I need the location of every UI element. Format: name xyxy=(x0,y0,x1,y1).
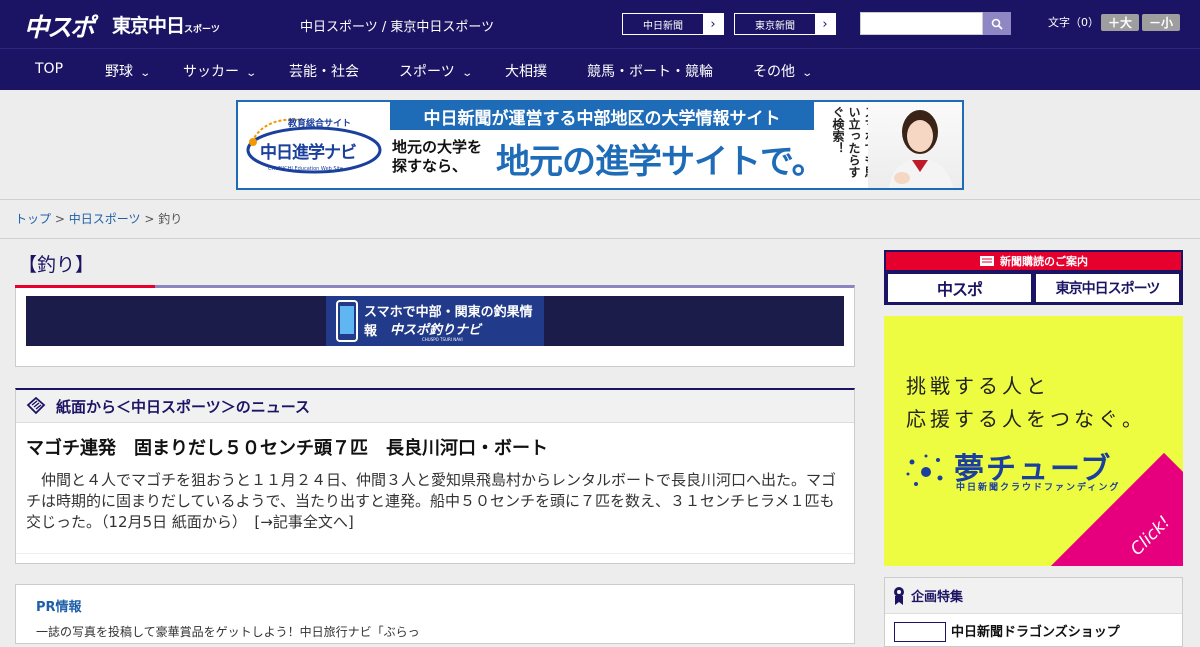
banner-logo-text: 中日進学ナビ xyxy=(260,143,357,163)
chunichi-shimbun-button[interactable]: 中日新聞 › xyxy=(622,13,724,35)
font-larger-button[interactable]: ＋大 xyxy=(1101,14,1139,31)
chevron-down-icon: ⌄ xyxy=(245,68,258,79)
special-features-title: 企画特集 xyxy=(911,590,964,605)
nav-label: 大相撲 xyxy=(505,64,547,80)
nav-item-top[interactable]: TOP xyxy=(35,61,63,77)
newspaper-icon xyxy=(980,256,994,266)
chevron-right-icon: › xyxy=(815,14,835,34)
special-features-box: 企画特集 中日新聞ドラゴンズショップ xyxy=(884,577,1183,647)
breadcrumb-current: 釣り xyxy=(158,212,183,226)
nav-label: その他 xyxy=(753,64,795,80)
pr-box: PR情報 一誌の写真を投稿して豪華賞品をゲットしよう！中日旅行ナビ「ぶらっ xyxy=(15,584,855,644)
accent-bar xyxy=(15,285,155,288)
top-ad-area: 教育総合サイト 中日進学ナビ CHUNICHI Education Web Si… xyxy=(0,90,1200,200)
search-box xyxy=(860,12,1011,35)
news-body: 仲間と４人でマゴチを狙おうと１１月２４日、仲間３人と愛知県飛島村からレンタルボー… xyxy=(26,471,837,531)
smartphone-icon xyxy=(336,300,358,342)
fishing-banner-line2: 中スポ釣りナビ xyxy=(390,323,482,338)
site-title: 中日スポーツ / 東京中日スポーツ xyxy=(300,20,495,35)
chevron-down-icon: ⌄ xyxy=(801,68,814,79)
font-size-label: 文字（0） xyxy=(1048,16,1099,29)
banner-sub-text: 地元の大学を 探すなら、 xyxy=(392,138,482,176)
yume-line1: 挑戦する人と xyxy=(906,374,1050,398)
banner-logo-sub: CHUNICHI Education Web Site xyxy=(268,166,344,172)
banner-sub-line1: 地元の大学を xyxy=(392,138,483,156)
newspaper-icon xyxy=(26,397,46,415)
nav-item-baseball[interactable]: 野球 ⌄ xyxy=(105,61,152,81)
tokyo-shimbun-label: 東京新聞 xyxy=(755,20,795,32)
news-box-header: 紙面から＜中日スポーツ＞のニュース xyxy=(16,390,854,423)
news-headline[interactable]: マゴチ連発 固まりだし５０センチ頭７匹 長良川河口・ボート xyxy=(26,434,548,460)
pr-title: PR情報 xyxy=(36,600,82,615)
font-smaller-button[interactable]: －小 xyxy=(1142,14,1180,31)
tokyo-shimbun-button[interactable]: 東京新聞 › xyxy=(734,13,836,35)
chevron-down-icon: ⌄ xyxy=(139,68,152,79)
nav-label: 競馬・ボート・競輪 xyxy=(587,64,713,80)
fishing-navi-banner[interactable]: スマホで中部・関東の釣果情報 中スポ釣りナビ CHUSPO TSURI NAVI xyxy=(26,296,844,346)
search-icon xyxy=(991,18,1003,30)
banner-logo-small: 教育総合サイト xyxy=(288,119,352,129)
news-box-title: 紙面から＜中日スポーツ＞のニュース xyxy=(56,397,310,416)
sparkle-dots-icon xyxy=(906,454,943,486)
person-illustration xyxy=(888,110,954,188)
chunichi-shimbun-label: 中日新聞 xyxy=(643,20,683,32)
shingaku-navi-banner[interactable]: 教育総合サイト 中日進学ナビ CHUNICHI Education Web Si… xyxy=(236,100,964,190)
banner-big-text: 地元の進学サイトで。 xyxy=(496,142,826,182)
nav-item-sumo[interactable]: 大相撲 xyxy=(505,61,547,81)
breadcrumb-chuspo-link[interactable]: 中日スポーツ xyxy=(69,212,141,226)
news-box: 紙面から＜中日スポーツ＞のニュース マゴチ連発 固まりだし５０センチ頭７匹 長良… xyxy=(15,388,855,564)
special-features-header: 企画特集 xyxy=(885,578,1182,614)
banner-sub-line2: 探すなら、 xyxy=(392,157,468,175)
nav-item-sports[interactable]: スポーツ ⌄ xyxy=(399,61,473,81)
banner-top-text: 中日新聞が運営する中部地区の大学情報サイト xyxy=(390,102,814,130)
breadcrumb-top-link[interactable]: トップ xyxy=(15,212,51,226)
subscribe-chuspo-button[interactable]: 中スポ xyxy=(888,274,1031,302)
yume-tube-ad[interactable]: 挑戦する人と 応援する人をつなぐ。 夢チューブ 中日新聞クラウドファンディング … xyxy=(884,316,1183,566)
banner-model-image xyxy=(868,102,962,188)
tokyo-chunichi-logo-small: スポーツ xyxy=(184,25,220,35)
nav-item-soccer[interactable]: サッカー ⌄ xyxy=(183,61,258,81)
nav-label: TOP xyxy=(35,61,64,77)
breadcrumb-sep: > xyxy=(144,212,155,226)
fishing-navi-banner-inner: スマホで中部・関東の釣果情報 中スポ釣りナビ CHUSPO TSURI NAVI xyxy=(326,296,544,346)
award-icon xyxy=(894,586,904,605)
divider xyxy=(16,553,854,554)
main-nav: TOP 野球 ⌄ サッカー ⌄ 芸能・社会 スポーツ ⌄ 大相撲 競馬・ボート・競輪 … xyxy=(0,48,1200,90)
nav-label: スポーツ xyxy=(399,64,455,80)
pr-link[interactable]: 一誌の写真を投稿して豪華賞品をゲットしよう！中日旅行ナビ「ぶらっ xyxy=(36,623,420,640)
fishing-banner-line3: CHUSPO TSURI NAVI xyxy=(422,337,463,342)
search-button[interactable] xyxy=(983,12,1011,35)
chevron-right-icon: › xyxy=(703,14,723,34)
yume-sub: 中日新聞クラウドファンディング xyxy=(956,483,1121,493)
breadcrumb-sep: > xyxy=(54,212,65,226)
nav-item-entertainment[interactable]: 芸能・社会 xyxy=(289,61,359,81)
category-title: 【釣り】 xyxy=(18,254,95,276)
special-item-title[interactable]: 中日新聞ドラゴンズショップ xyxy=(951,621,1120,640)
nav-item-racing[interactable]: 競馬・ボート・競輪 xyxy=(587,61,713,81)
yume-line2: 応援する人をつなぐ。 xyxy=(906,407,1146,431)
nav-label: サッカー xyxy=(183,64,239,80)
tokyo-chunichi-logo-text: 東京中日 xyxy=(112,15,185,37)
subscription-title-text: 新聞購読のご案内 xyxy=(1000,255,1088,268)
nav-label: 野球 xyxy=(105,64,133,80)
subscription-title: 新聞購読のご案内 xyxy=(886,252,1181,270)
fishing-banner-box: スマホで中部・関東の釣果情報 中スポ釣りナビ CHUSPO TSURI NAVI xyxy=(15,285,855,367)
subscribe-tokyo-button[interactable]: 東京中日スポーツ xyxy=(1036,274,1179,302)
chuspo-logo[interactable]: 中スポ xyxy=(24,8,95,44)
nav-item-other[interactable]: その他 ⌄ xyxy=(753,61,814,81)
divider xyxy=(0,238,1200,239)
site-header: 中スポ 東京中日スポーツ 中日スポーツ / 東京中日スポーツ 中日新聞 › 東京… xyxy=(0,0,1200,48)
breadcrumb: トップ > 中日スポーツ > 釣り xyxy=(15,210,182,227)
chevron-down-icon: ⌄ xyxy=(461,68,473,79)
search-input[interactable] xyxy=(860,12,983,35)
tokyo-chunichi-logo[interactable]: 東京中日スポーツ xyxy=(112,11,220,38)
subscription-box: 新聞購読のご案内 中スポ 東京中日スポーツ xyxy=(884,250,1183,305)
nav-label: 芸能・社会 xyxy=(289,64,359,80)
special-item-thumbnail[interactable] xyxy=(894,622,946,642)
